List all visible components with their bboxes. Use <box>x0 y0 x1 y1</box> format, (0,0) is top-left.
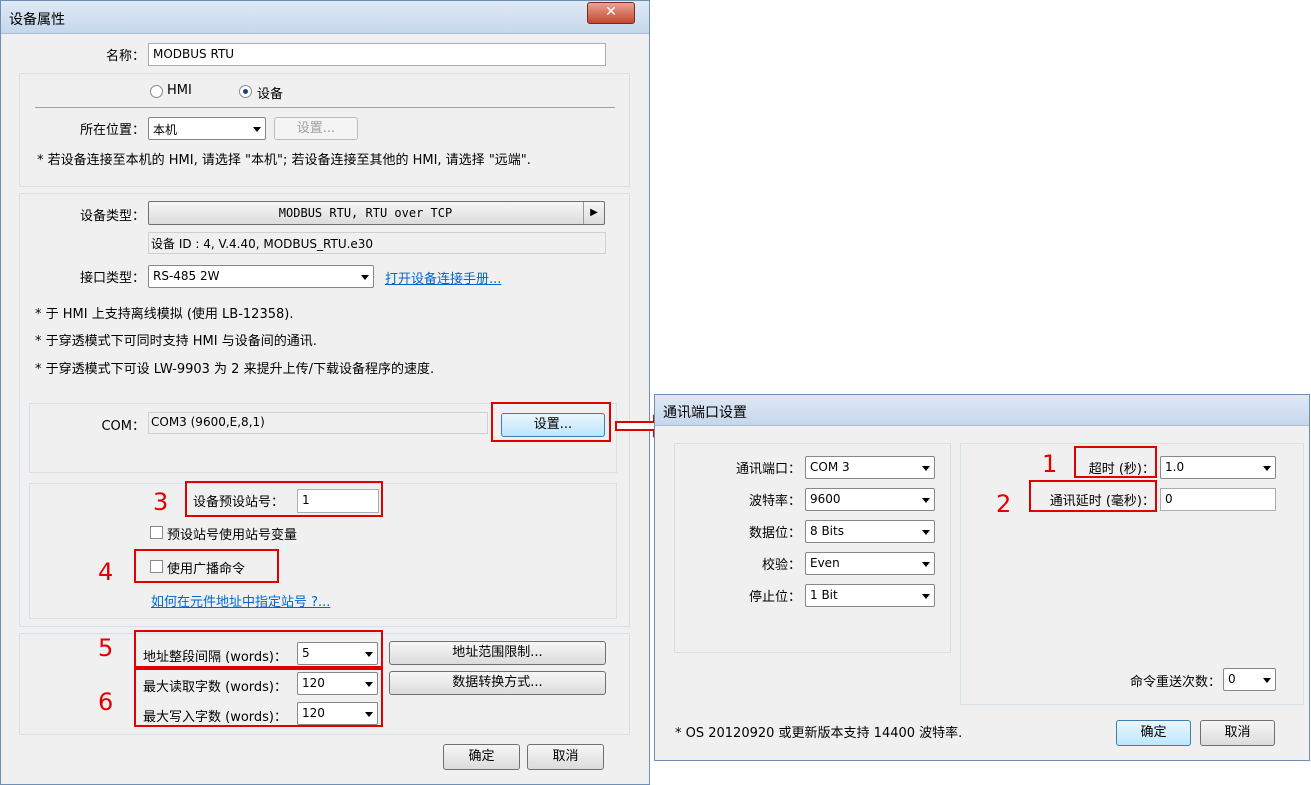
port-label: 通讯端口： <box>735 462 801 477</box>
chevron-down-icon <box>1263 677 1271 683</box>
station-var-label: 预设站号使用站号变量 <box>167 528 298 543</box>
baud-select[interactable]: 9600 <box>805 488 935 511</box>
parity-select[interactable]: Even <box>805 552 935 575</box>
name-label: 名称： <box>105 49 145 64</box>
divider <box>35 107 615 108</box>
timeout-select[interactable]: 1.0 <box>1160 456 1276 479</box>
ok-button[interactable]: 确定 <box>443 744 520 770</box>
stopbits-label: 停止位： <box>748 590 801 605</box>
device-type-button[interactable]: MODBUS RTU, RTU over TCP ▶ <box>148 201 605 225</box>
port-value: COM 3 <box>810 460 850 474</box>
title-bar: 设备属性 ✕ <box>1 1 649 34</box>
data-conversion-button[interactable]: 数据转换方式... <box>389 671 606 695</box>
databits-select[interactable]: 8 Bits <box>805 520 935 543</box>
databits-value: 8 Bits <box>810 524 844 538</box>
baud-value: 9600 <box>810 492 841 506</box>
device-manual-link[interactable]: 打开设备连接手册... <box>385 268 501 287</box>
highlight-delay <box>1029 480 1157 512</box>
highlight-timeout <box>1074 446 1157 478</box>
device-id-field: 设备 ID : 4, V.4.40, MODBUS_RTU.e30 <box>148 232 606 254</box>
timeout-value: 1.0 <box>1165 460 1185 474</box>
annotation-number: 5 <box>98 634 114 662</box>
cancel-button[interactable]: 取消 <box>1200 720 1275 746</box>
hmi-radio[interactable] <box>150 85 163 98</box>
highlight-max-words <box>134 668 383 727</box>
interface-value: RS-485 2W <box>153 269 220 283</box>
highlight-station <box>185 481 383 517</box>
annotation-number: 4 <box>98 558 114 586</box>
stopbits-value: 1 Bit <box>810 588 838 602</box>
stopbits-select[interactable]: 1 Bit <box>805 584 935 607</box>
highlight-com-settings <box>491 402 611 442</box>
addr-range-button[interactable]: 地址范围限制... <box>389 641 606 665</box>
interface-label: 接口类型： <box>79 271 145 286</box>
close-icon[interactable]: ✕ <box>587 2 635 24</box>
com-field: COM3 (9600,E,8,1) <box>148 412 488 434</box>
dialog-title: 通讯端口设置 <box>663 405 747 421</box>
location-note: * 若设备连接至本机的 HMI, 请选择 "本机"; 若设备连接至其他的 HMI… <box>37 153 531 168</box>
retry-select[interactable]: 0 <box>1223 668 1276 691</box>
parity-label: 校验： <box>761 558 801 573</box>
radio-selected-dot <box>243 89 248 94</box>
chevron-down-icon <box>1263 465 1271 471</box>
retry-label: 命令重送次数： <box>1129 675 1221 690</box>
hmi-radio-label: HMI <box>167 83 192 98</box>
station-help-link[interactable]: 如何在元件地址中指定站号 ?... <box>151 591 330 610</box>
station-var-checkbox[interactable] <box>150 526 163 539</box>
device-type-label: 设备类型： <box>79 209 145 224</box>
note-passthrough: * 于穿透模式下可同时支持 HMI 与设备间的通讯. <box>35 334 317 349</box>
location-value: 本机 <box>153 123 178 137</box>
device-radio[interactable] <box>239 85 252 98</box>
note-lw9903: * 于穿透模式下可设 LW-9903 为 2 来提升上传/下载设备程序的速度. <box>35 362 435 377</box>
chevron-down-icon <box>922 561 930 567</box>
annotation-number: 1 <box>1042 450 1058 478</box>
annotation-number: 6 <box>98 688 114 716</box>
chevron-down-icon <box>253 126 261 132</box>
annotation-number: 2 <box>996 490 1012 518</box>
delay-input[interactable]: 0 <box>1160 488 1276 511</box>
chevron-down-icon <box>922 593 930 599</box>
chevron-down-icon <box>922 529 930 535</box>
device-type-value: MODBUS RTU, RTU over TCP <box>278 206 453 220</box>
note-offline-sim: * 于 HMI 上支持离线模拟 (使用 LB-12358). <box>35 307 294 322</box>
baud-note: * OS 20120920 或更新版本支持 14400 波特率. <box>675 726 963 741</box>
location-label: 所在位置： <box>79 123 145 138</box>
comm-port-dialog: 通讯端口设置 通讯端口： COM 3 波特率： 9600 数据位： 8 Bits… <box>654 394 1310 761</box>
highlight-addr-gap <box>134 630 383 668</box>
name-input[interactable]: MODBUS RTU <box>148 43 606 66</box>
cancel-button[interactable]: 取消 <box>527 744 604 770</box>
interface-select[interactable]: RS-485 2W <box>148 265 374 288</box>
databits-label: 数据位： <box>748 526 801 541</box>
baud-label: 波特率： <box>748 494 801 509</box>
chevron-down-icon <box>922 465 930 471</box>
device-radio-label: 设备 <box>257 87 284 102</box>
dialog-title: 设备属性 <box>9 12 65 28</box>
location-settings-button[interactable]: 设置... <box>274 117 358 140</box>
chevron-down-icon <box>361 274 369 280</box>
parity-value: Even <box>810 556 840 570</box>
play-arrow-icon: ▶ <box>583 202 604 224</box>
title-bar: 通讯端口设置 <box>655 395 1309 426</box>
retry-value: 0 <box>1228 672 1236 686</box>
location-select[interactable]: 本机 <box>148 117 266 140</box>
chevron-down-icon <box>922 497 930 503</box>
ok-button[interactable]: 确定 <box>1116 720 1191 746</box>
port-select[interactable]: COM 3 <box>805 456 935 479</box>
highlight-broadcast <box>134 549 279 583</box>
com-label: COM： <box>101 419 145 434</box>
annotation-number: 3 <box>153 488 169 516</box>
